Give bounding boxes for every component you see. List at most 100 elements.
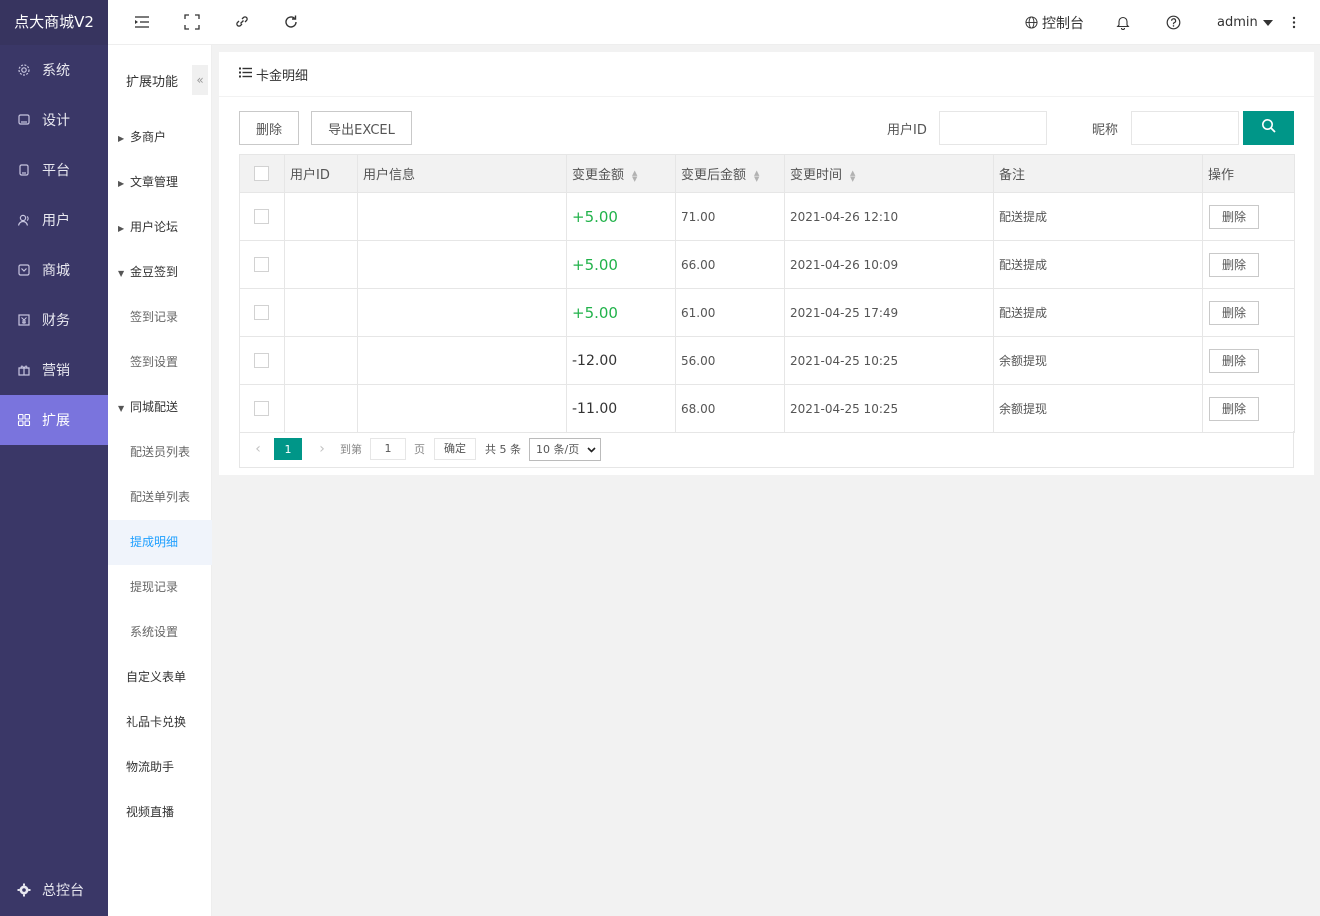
device-icon	[16, 162, 32, 178]
row-checkbox[interactable]	[254, 401, 269, 416]
nickname-input[interactable]	[1131, 111, 1239, 145]
row-checkbox[interactable]	[254, 305, 269, 320]
sort-icon[interactable]: ▲ ▼	[632, 169, 637, 182]
row-delete-button[interactable]: 删除	[1209, 348, 1259, 373]
caret-down-icon: ▼	[118, 269, 125, 278]
row-checkbox[interactable]	[254, 257, 269, 272]
gear-icon	[16, 882, 32, 898]
row-checkbox[interactable]	[254, 209, 269, 224]
grid-icon	[16, 412, 32, 428]
sub-item-delivery[interactable]: ▼ 同城配送	[108, 385, 212, 430]
store-icon	[16, 262, 32, 278]
table-row: +5.00 61.00 2021-04-25 17:49 配送提成 删除	[239, 288, 1295, 337]
row-delete-button[interactable]: 删除	[1209, 396, 1259, 421]
goto-label: 到第	[340, 443, 362, 456]
fullscreen-icon[interactable]	[182, 12, 202, 32]
collapse-sidebar-button[interactable]: «	[192, 65, 208, 95]
refresh-icon[interactable]	[281, 12, 301, 32]
cell-user-id	[284, 384, 358, 433]
row-checkbox[interactable]	[254, 353, 269, 368]
sub-item-signin-records[interactable]: 签到记录	[108, 295, 212, 340]
sub-item-commission-detail[interactable]: 提成明细	[108, 520, 212, 565]
prev-page-icon[interactable]: ‹	[248, 441, 268, 457]
nav-item-marketing[interactable]: 营销	[0, 345, 108, 395]
caret-down-icon	[1262, 19, 1273, 26]
sub-item-gift-card[interactable]: 礼品卡兑换	[108, 700, 212, 745]
row-delete-button[interactable]: 删除	[1209, 204, 1259, 229]
link-icon[interactable]	[232, 12, 252, 32]
col-header-label: 变更金额	[572, 168, 625, 183]
user-id-label: 用户ID	[887, 123, 927, 138]
nav-item-platform[interactable]: 平台	[0, 145, 108, 195]
cell-after-amount: 56.00	[675, 336, 785, 385]
sort-icon[interactable]: ▲ ▼	[754, 169, 759, 182]
sub-item-custom-form[interactable]: 自定义表单	[108, 655, 212, 700]
sub-item-courier-list[interactable]: 配送员列表	[108, 430, 212, 475]
more-icon[interactable]	[1292, 0, 1296, 45]
page-unit-label: 页	[414, 443, 425, 456]
console-link[interactable]: 控制台	[1025, 0, 1084, 45]
sub-item-article[interactable]: ▶ 文章管理	[108, 160, 212, 205]
nav-item-design[interactable]: 设计	[0, 95, 108, 145]
nickname-label: 昵称	[1092, 123, 1119, 138]
nav-item-store[interactable]: 商城	[0, 245, 108, 295]
cell-remark: 配送提成	[993, 192, 1203, 241]
table-row: -12.00 56.00 2021-04-25 10:25 余额提现 删除	[239, 336, 1295, 385]
nav-item-system[interactable]: 系统	[0, 45, 108, 95]
sub-item-live-video[interactable]: 视频直播	[108, 790, 212, 835]
col-header-after-amount[interactable]: 变更后金额 ▲ ▼	[675, 154, 785, 193]
cell-user-info	[357, 288, 567, 337]
globe-icon	[1025, 16, 1038, 29]
user-menu[interactable]: admin	[1217, 0, 1273, 45]
col-header-user-info: 用户信息	[357, 154, 567, 193]
sub-item-withdraw-records[interactable]: 提现记录	[108, 565, 212, 610]
sub-item-logistics[interactable]: 物流助手	[108, 745, 212, 790]
cell-time: 2021-04-25 10:25	[784, 384, 994, 433]
col-header-label: 变更时间	[790, 168, 843, 183]
list-icon	[239, 67, 252, 82]
col-header-amount[interactable]: 变更金额 ▲ ▼	[566, 154, 676, 193]
export-excel-button[interactable]: 导出EXCEL	[311, 111, 412, 145]
current-page-button[interactable]: 1	[274, 438, 302, 460]
col-header-time[interactable]: 变更时间 ▲ ▼	[784, 154, 994, 193]
search-button[interactable]	[1243, 111, 1294, 145]
cell-time: 2021-04-25 17:49	[784, 288, 994, 337]
nav-label: 财务	[42, 313, 70, 329]
cell-user-id	[284, 192, 358, 241]
help-icon[interactable]	[1166, 0, 1181, 45]
sub-item-system-settings[interactable]: 系统设置	[108, 610, 212, 655]
next-page-icon[interactable]: ›	[312, 441, 332, 457]
nav-label: 扩展	[42, 413, 70, 429]
sub-item-order-list[interactable]: 配送单列表	[108, 475, 212, 520]
sub-item-forum[interactable]: ▶ 用户论坛	[108, 205, 212, 250]
cell-user-id	[284, 288, 358, 337]
nav-item-user[interactable]: 用户	[0, 195, 108, 245]
select-all-cell[interactable]	[239, 154, 285, 193]
nav-label: 商城	[42, 263, 70, 279]
page-size-select[interactable]: 10 条/页	[529, 437, 601, 461]
row-delete-button[interactable]: 删除	[1209, 252, 1259, 277]
nav-item-extend[interactable]: 扩展	[0, 395, 108, 445]
menu-toggle-icon[interactable]	[132, 12, 152, 32]
cell-amount: -11.00	[566, 384, 676, 433]
select-all-checkbox[interactable]	[254, 166, 269, 181]
bell-icon[interactable]	[1116, 0, 1130, 45]
pagination: ‹ 1 › 到第 1 页 确定 共 5 条 10 条/页	[239, 431, 1294, 468]
sub-item-signin[interactable]: ▼ 金豆签到	[108, 250, 212, 295]
goto-confirm-button[interactable]: 确定	[434, 438, 476, 460]
data-table: 用户ID 用户信息 变更金额 ▲ ▼ 变更后金额 ▲ ▼ 变更时间 ▲ ▼ 备注 操作 +5…	[239, 154, 1295, 433]
nav-item-console[interactable]: 总控台	[0, 864, 108, 916]
col-header-remark: 备注	[993, 154, 1203, 193]
cell-amount: +5.00	[566, 240, 676, 289]
sort-icon[interactable]: ▲ ▼	[850, 169, 855, 182]
gear-icon	[16, 62, 32, 78]
row-delete-button[interactable]: 删除	[1209, 300, 1259, 325]
search-icon	[1261, 118, 1277, 138]
nav-item-finance[interactable]: 财务	[0, 295, 108, 345]
sub-item-multi-merchant[interactable]: ▶ 多商户	[108, 115, 212, 160]
user-id-input[interactable]	[939, 111, 1047, 145]
username: admin	[1217, 15, 1258, 30]
delete-button[interactable]: 删除	[239, 111, 299, 145]
goto-page-input[interactable]: 1	[370, 438, 406, 460]
sub-item-signin-settings[interactable]: 签到设置	[108, 340, 212, 385]
